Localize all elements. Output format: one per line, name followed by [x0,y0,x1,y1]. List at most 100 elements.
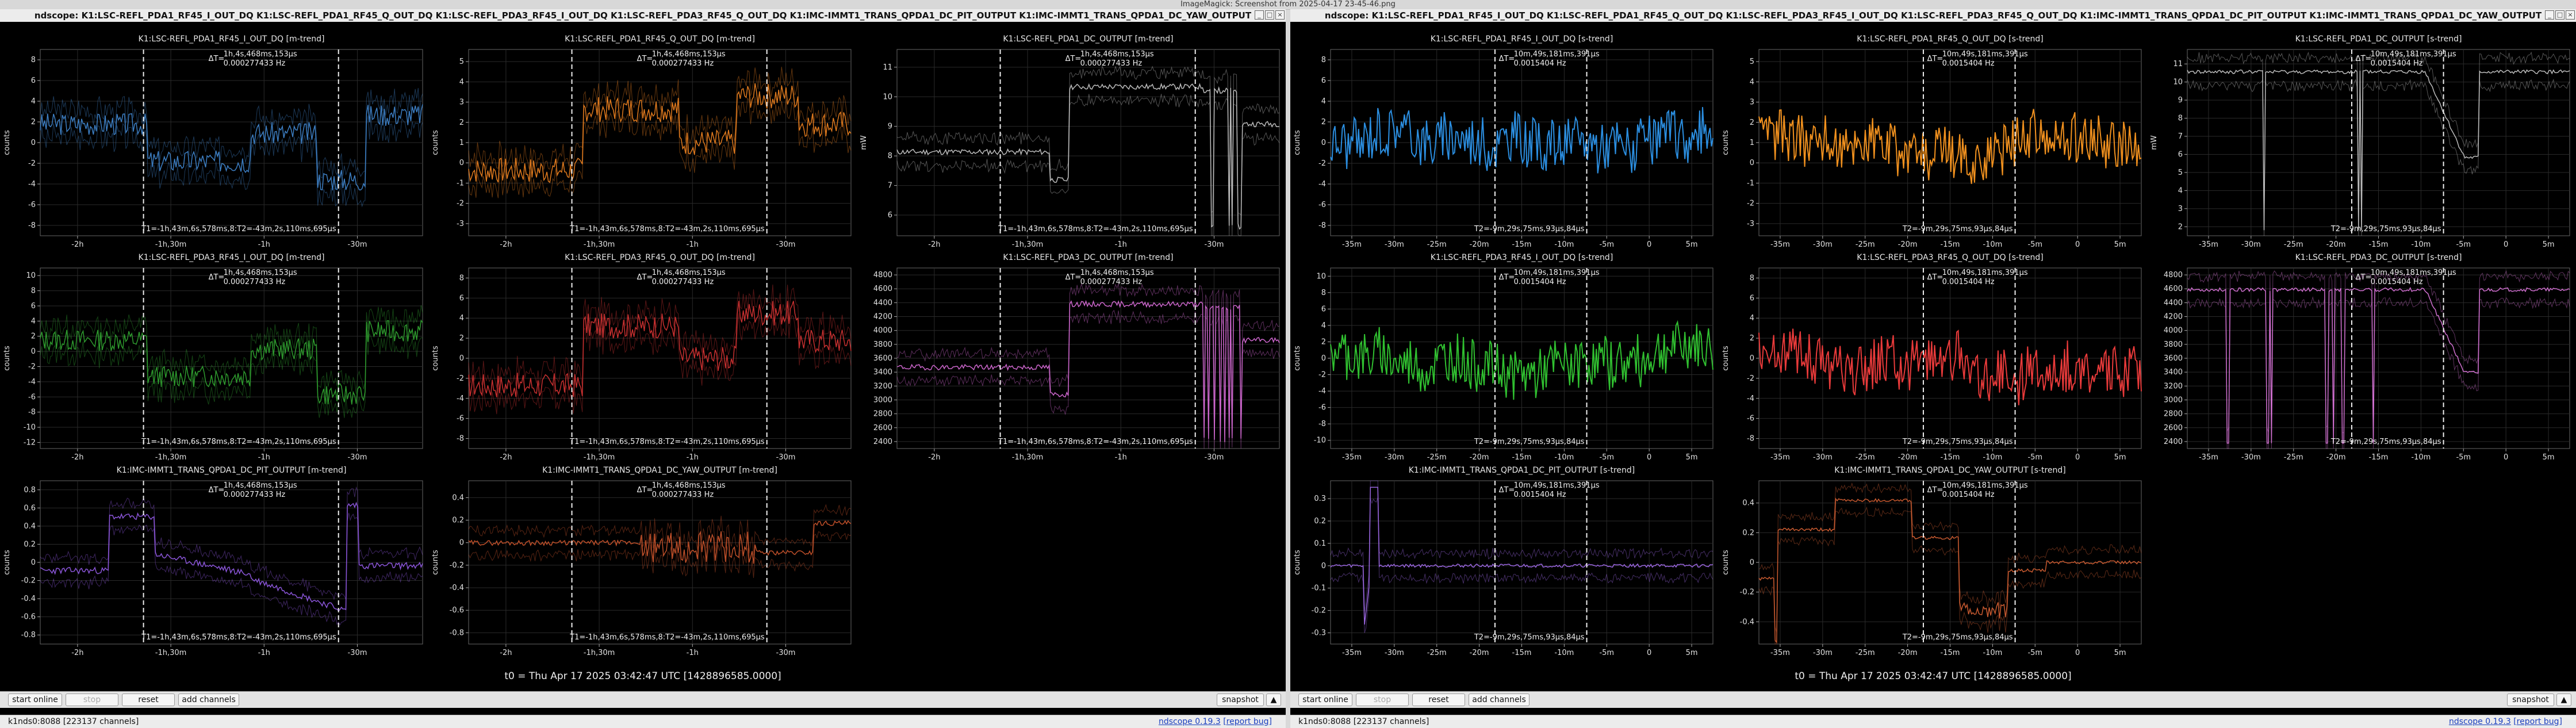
x-tick-label: -2h [928,240,940,249]
delta-t-label: ΔT= [1499,273,1515,282]
delta-t-label: ΔT= [209,273,225,282]
plot-title: K1:IMC-IMMT1_TRANS_QPDA1_DC_PIT_OUTPUT [… [1409,466,1635,475]
y-tick-label: 4800 [2164,271,2183,279]
y-tick-label: 4 [459,314,464,323]
nds-server-status: k1nds0:8088 [223137 channels] [1298,717,1429,726]
plot-panel[interactable]: K1:LSC-REFL_PDA1_RF45_Q_OUT_DQ [s-trend]… [1719,32,2147,251]
y-tick-label: 1 [459,139,464,147]
snapshot-button[interactable]: snapshot [1217,693,1264,706]
add-channels-button[interactable]: add channels [178,693,239,706]
plot-frame [40,267,423,449]
plot-svg[interactable]: K1:LSC-REFL_PDA3_RF45_I_OUT_DQ [s-trend]… [1290,251,1719,463]
plot-panel[interactable]: K1:IMC-IMMT1_TRANS_QPDA1_DC_PIT_OUTPUT [… [0,463,428,659]
start-online-button[interactable]: start online [8,693,62,706]
expand-up-icon[interactable]: ▲ [1266,693,1281,706]
maximize-icon[interactable]: □ [1265,10,1274,20]
trace-min [896,93,1280,236]
minimize-icon[interactable]: _ [1255,10,1264,20]
cursor-frequency: 0.000277433 Hz [224,278,286,286]
plot-panel[interactable]: K1:IMC-IMMT1_TRANS_QPDA1_DC_PIT_OUTPUT [… [1290,463,1719,659]
x-tick-label: -25m [1856,453,1875,462]
y-tick-label: 7 [2178,132,2183,141]
plot-panel[interactable]: K1:LSC-REFL_PDA3_RF45_I_OUT_DQ [m-trend]… [0,251,428,463]
plot-panel[interactable]: K1:LSC-REFL_PDA1_RF45_Q_OUT_DQ [m-trend]… [428,32,857,251]
plot-svg[interactable]: K1:IMC-IMMT1_TRANS_QPDA1_DC_PIT_OUTPUT [… [1290,463,1719,659]
y-tick-label: 0.1 [1314,539,1326,548]
plot-panel[interactable]: K1:LSC-REFL_PDA1_DC_OUTPUT [m-trend] 6 7 8 9… [857,32,1285,251]
x-tick-label: -30m [776,453,796,462]
plot-svg[interactable]: K1:LSC-REFL_PDA3_RF45_Q_OUT_DQ [s-trend]… [1719,251,2147,463]
y-tick-label: -0.3 [1312,629,1326,638]
plot-panel[interactable]: K1:IMC-IMMT1_TRANS_QPDA1_DC_YAW_OUTPUT [… [428,463,857,659]
y-tick-label: 8 [31,56,36,64]
plot-panel[interactable]: K1:LSC-REFL_PDA1_RF45_I_OUT_DQ [m-trend]… [0,32,428,251]
version-link[interactable]: ndscope 0.19.3 [2449,717,2511,726]
y-tick-label: 2600 [873,424,892,432]
version-link[interactable]: ndscope 0.19.3 [1159,717,1221,726]
delta-t-label: ΔT= [637,486,653,495]
reset-button[interactable]: reset [122,693,175,706]
close-icon[interactable]: × [2566,10,2575,20]
add-channels-button[interactable]: add channels [1469,693,1529,706]
maximize-icon[interactable]: □ [2555,10,2564,20]
plot-svg[interactable]: K1:LSC-REFL_PDA1_RF45_I_OUT_DQ [s-trend]… [1290,32,1719,251]
stop-button[interactable]: stop [1356,693,1409,706]
y-tick-label: 6 [1321,76,1326,85]
plot-panel[interactable]: K1:LSC-REFL_PDA3_DC_OUTPUT [m-trend] 2400… [857,251,1285,463]
x-tick-label: -20m [1470,240,1489,249]
reset-button[interactable]: reset [1412,693,1465,706]
cursor-frequency: 0.000277433 Hz [224,59,286,68]
snapshot-button[interactable]: snapshot [2507,693,2554,706]
y-axis-label: counts [1293,550,1302,575]
plot-svg[interactable]: K1:LSC-REFL_PDA3_DC_OUTPUT [m-trend] 2400… [857,251,1285,463]
plot-svg[interactable]: K1:LSC-REFL_PDA3_DC_OUTPUT [s-trend] 2400… [2147,251,2575,463]
expand-up-icon[interactable]: ▲ [2556,693,2571,706]
y-tick-label: 6 [1750,294,1754,302]
plot-svg[interactable]: K1:IMC-IMMT1_TRANS_QPDA1_DC_YAW_OUTPUT [… [428,463,857,659]
stop-button[interactable]: stop [66,693,118,706]
x-tick-label: -2h [71,649,83,657]
plot-svg[interactable]: K1:LSC-REFL_PDA1_RF45_Q_OUT_DQ [s-trend]… [1719,32,2147,251]
delta-t-value: 1h,4s,468ms,153µs [1080,50,1154,59]
minimize-icon[interactable]: _ [2545,10,2554,20]
y-tick-label: 8 [1750,274,1754,282]
delta-t-value: 10m,49s,181ms,391µs [1514,50,1600,59]
cursor-frequency: 0.0015404 Hz [1514,491,1566,499]
x-tick-label: -15m [1512,453,1532,462]
start-online-button[interactable]: start online [1298,693,1352,706]
y-tick-label: 8 [31,287,36,296]
plot-svg[interactable]: K1:LSC-REFL_PDA3_RF45_Q_OUT_DQ [m-trend]… [428,251,857,463]
plot-panel[interactable]: K1:LSC-REFL_PDA1_DC_OUTPUT [s-trend] 2 3 4 5… [2147,32,2575,251]
x-tick-label: -20m [1470,649,1489,657]
y-tick-label: 6 [459,294,464,302]
plot-panel[interactable]: K1:LSC-REFL_PDA3_RF45_Q_OUT_DQ [m-trend]… [428,251,857,463]
plot-panel[interactable]: K1:LSC-REFL_PDA3_DC_OUTPUT [s-trend] 2400… [2147,251,2575,463]
y-axis-label: counts [1293,346,1302,371]
y-tick-label: -2 [1318,371,1326,380]
x-tick-label: -25m [2284,240,2303,249]
report-bug-link[interactable]: [report bug] [1223,717,1272,726]
plot-svg[interactable]: K1:IMC-IMMT1_TRANS_QPDA1_DC_YAW_OUTPUT [… [1719,463,2147,659]
x-tick-label: 0 [2504,240,2508,249]
plot-panel[interactable]: K1:LSC-REFL_PDA3_RF45_I_OUT_DQ [s-trend]… [1290,251,1719,463]
cursor-frequency: 0.0015404 Hz [1942,278,1995,286]
plot-svg[interactable]: K1:LSC-REFL_PDA1_DC_OUTPUT [s-trend] 2 3 4 5… [2147,32,2575,251]
x-tick-label: 5m [2543,453,2555,462]
y-tick-label: -0.2 [21,577,36,585]
plot-svg[interactable]: K1:LSC-REFL_PDA1_DC_OUTPUT [m-trend] 6 7 8 9… [857,32,1285,251]
cursor-frequency: 0.000277433 Hz [1080,278,1143,286]
plot-panel[interactable]: K1:LSC-REFL_PDA3_RF45_Q_OUT_DQ [s-trend]… [1719,251,2147,463]
plot-svg[interactable]: K1:LSC-REFL_PDA1_RF45_Q_OUT_DQ [m-trend]… [428,32,857,251]
report-bug-link[interactable]: [report bug] [2513,717,2562,726]
x-tick-label: -5m [2027,240,2042,249]
close-icon[interactable]: × [1275,10,1285,20]
cursor-times: T2=-9m,29s,75ms,93µs,84µs [1474,633,1585,642]
plot-panel[interactable]: K1:IMC-IMMT1_TRANS_QPDA1_DC_YAW_OUTPUT [… [1719,463,2147,659]
plot-svg[interactable]: K1:LSC-REFL_PDA1_RF45_I_OUT_DQ [m-trend]… [0,32,428,251]
y-tick-label: 8 [459,274,464,282]
plot-svg[interactable]: K1:IMC-IMMT1_TRANS_QPDA1_DC_PIT_OUTPUT [… [0,463,428,659]
plot-svg[interactable]: K1:LSC-REFL_PDA3_RF45_I_OUT_DQ [m-trend]… [0,251,428,463]
cursor-frequency: 0.0015404 Hz [1942,491,1995,499]
y-tick-label: -6 [28,393,36,401]
plot-panel[interactable]: K1:LSC-REFL_PDA1_RF45_I_OUT_DQ [s-trend]… [1290,32,1719,251]
